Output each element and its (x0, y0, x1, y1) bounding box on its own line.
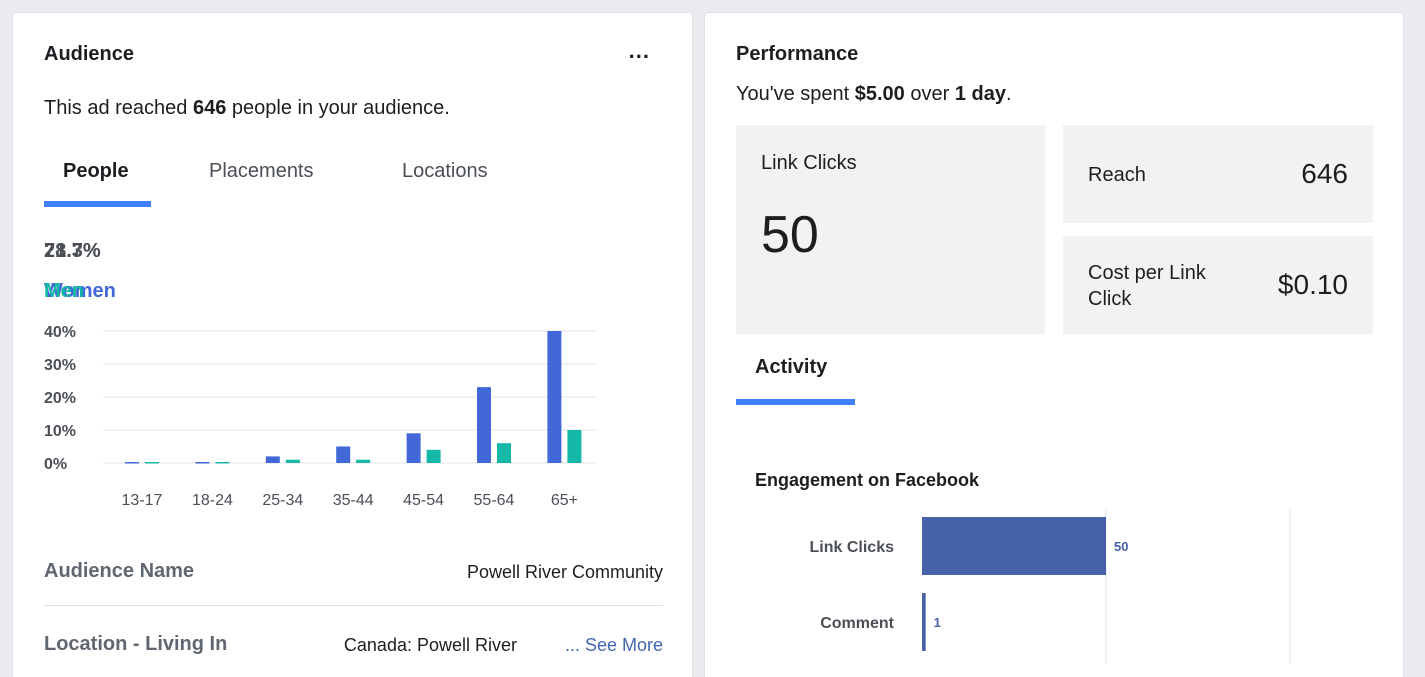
x-tick-label: 25-34 (262, 492, 303, 509)
category-label: Link Clicks (810, 539, 895, 556)
bar-women (477, 387, 491, 463)
spend-text: You've spent (736, 83, 855, 105)
x-tick-label: 45-54 (403, 492, 444, 509)
tab-locations[interactable]: Locations (402, 160, 488, 183)
bar-men (567, 430, 582, 463)
bar-women (547, 331, 562, 463)
y-tick-label: 10% (44, 423, 76, 440)
x-tick-label: 35-44 (333, 492, 374, 509)
link-clicks-metric: Link Clicks 50 (736, 125, 1045, 334)
performance-card: Performance You've spent $5.00 over 1 da… (704, 12, 1404, 677)
summary-text: This ad reached (44, 97, 193, 119)
y-tick-label: 40% (44, 324, 76, 341)
audience-name-label: Audience Name (44, 560, 195, 582)
bar-women (125, 462, 139, 464)
age-gender-chart: 40% 30% 20% 10% 0% 13-17 18-24 25-34 35-44 45-54 5… (44, 324, 597, 509)
active-tab-indicator (44, 201, 151, 207)
x-tick-label: 55-64 (474, 492, 515, 509)
summary-text-end: people in your audience. (226, 97, 450, 119)
engagement-chart: Link Clicks 50 Comment 1 (810, 508, 1291, 663)
bar-men (497, 443, 511, 463)
engagement-bar (922, 517, 1106, 575)
more-options-button[interactable]: ... (629, 40, 650, 62)
see-more-link[interactable]: ... See More (565, 635, 663, 656)
bar-men (145, 462, 159, 464)
cost-per-link-click-label: Cost per Link Click (1088, 262, 1206, 310)
spend-amount: $5.00 (854, 83, 905, 105)
reach-label: Reach (1088, 164, 1146, 186)
value-label: 50 (1114, 539, 1128, 554)
bar-men (426, 449, 441, 463)
engagement-bar (922, 593, 926, 651)
audience-name-row: Audience Name Powell River Community (44, 560, 663, 590)
value-label: 1 (934, 615, 941, 630)
bar-women (336, 446, 351, 463)
men-label: Men (44, 280, 84, 302)
tab-activity[interactable]: Activity (755, 356, 827, 379)
link-clicks-label: Link Clicks (761, 152, 857, 174)
audience-name-value: Powell River Community (466, 562, 663, 582)
y-tick-label: 30% (44, 357, 76, 374)
location-value: Canada: Powell River (343, 635, 517, 655)
link-clicks-value: 50 (761, 206, 819, 264)
bar-women (265, 456, 280, 463)
bar-men (356, 459, 371, 463)
tab-people[interactable]: People (63, 160, 129, 183)
bar-men (285, 459, 300, 463)
spend-period: 1 day (954, 83, 1006, 105)
bar-women (195, 462, 210, 464)
category-label: Comment (820, 615, 894, 632)
audience-card: Audience ... This ad reached 646 people … (12, 12, 693, 677)
spend-text-end: . (1005, 83, 1012, 105)
spend-summary: You've spent $5.00 over 1 day. (736, 83, 1012, 106)
y-tick-label: 0% (44, 456, 67, 473)
divider (44, 605, 663, 606)
cost-per-link-click-metric: Cost per Link Click $0.10 (1063, 236, 1373, 334)
location-row: Location - Living In Canada: Powell Rive… (44, 633, 663, 663)
reach-value: 646 (1301, 158, 1348, 189)
engagement-title: Engagement on Facebook (755, 470, 980, 490)
y-tick-label: 20% (44, 390, 76, 407)
tab-placements[interactable]: Placements (209, 160, 314, 183)
bar-men (215, 462, 230, 464)
audience-summary: This ad reached 646 people in your audie… (44, 97, 450, 120)
x-tick-label: 18-24 (192, 492, 233, 509)
active-tab-indicator (736, 399, 855, 405)
cost-per-link-click-value: $0.10 (1277, 269, 1348, 300)
x-tick-label: 13-17 (122, 492, 163, 509)
bar-women (406, 433, 421, 463)
audience-title: Audience (44, 43, 135, 65)
reach-count: 646 (192, 97, 227, 119)
men-percentage: 21.7% (44, 240, 101, 262)
x-tick-label: 65+ (551, 492, 578, 509)
performance-title: Performance (736, 43, 859, 65)
spend-text-mid: over (904, 83, 955, 105)
reach-metric: Reach 646 (1063, 125, 1373, 223)
location-label: Location - Living In (44, 633, 228, 655)
